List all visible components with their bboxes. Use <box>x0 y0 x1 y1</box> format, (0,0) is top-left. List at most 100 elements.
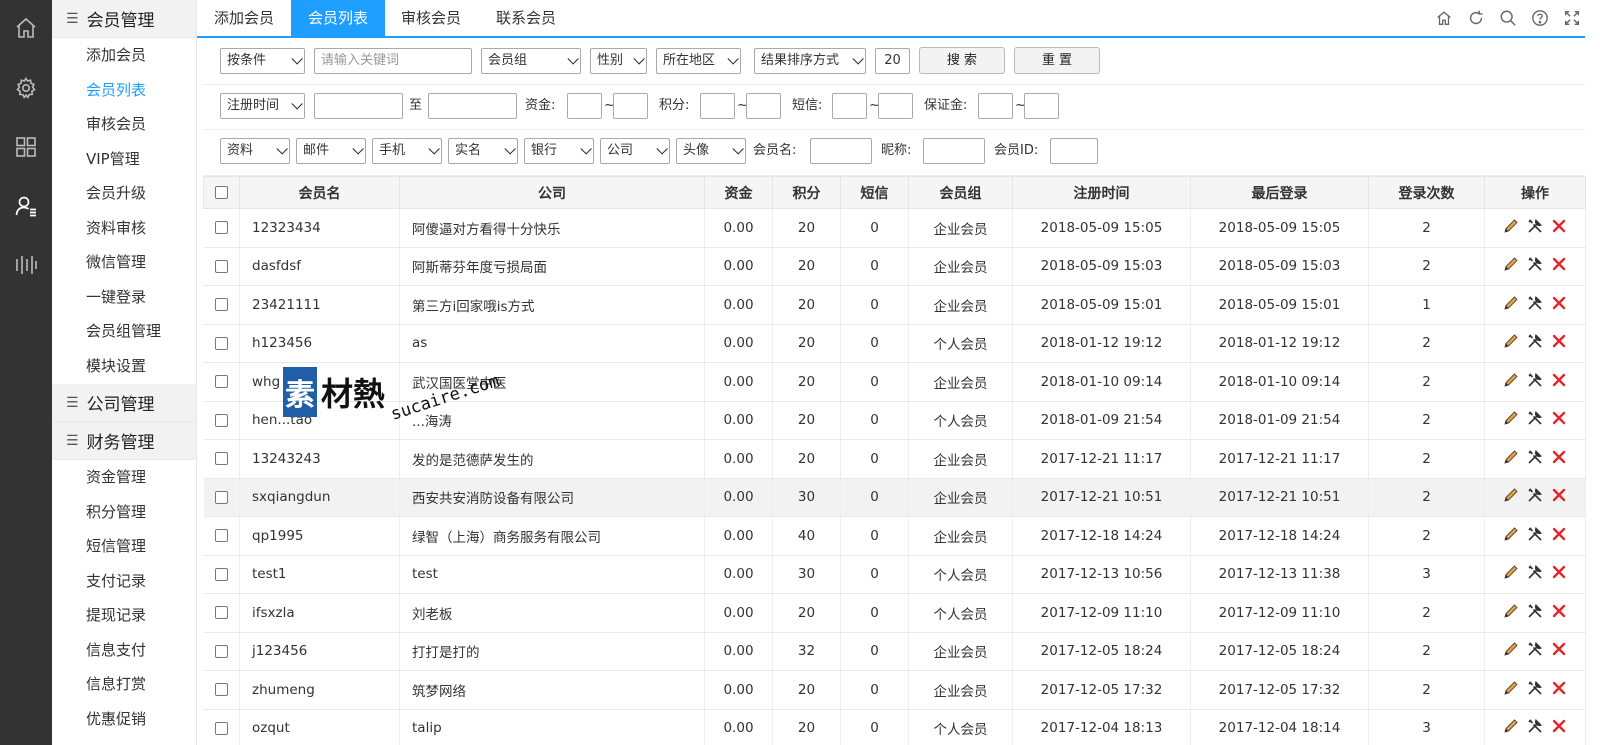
email-select[interactable]: 邮件 <box>296 138 366 164</box>
fullscreen-icon[interactable] <box>1563 9 1581 27</box>
table-row[interactable]: zhumeng 筑梦网络 0.00 20 0 企业会员 2017-12-05 17:32 20… <box>203 670 1586 710</box>
tab-contact-member[interactable]: 联系会员 <box>477 0 575 36</box>
row-checkbox[interactable] <box>214 259 228 273</box>
edit-icon[interactable] <box>1502 217 1520 235</box>
keyword-input[interactable]: 请输入关键词 <box>314 48 472 74</box>
grid-icon[interactable] <box>14 135 38 159</box>
tab-member-list[interactable]: 会员列表 <box>291 0 385 36</box>
delete-icon[interactable] <box>1550 255 1568 273</box>
tools-icon[interactable] <box>1526 332 1544 350</box>
realname-select[interactable]: 实名 <box>448 138 518 164</box>
row-checkbox[interactable] <box>214 452 228 466</box>
menu-item-profile-review[interactable]: 资料审核 <box>52 211 196 246</box>
menu-item-points[interactable]: 积分管理 <box>52 495 196 530</box>
edit-icon[interactable] <box>1502 294 1520 312</box>
row-checkbox[interactable] <box>214 336 228 350</box>
delete-icon[interactable] <box>1550 525 1568 543</box>
table-row[interactable]: dasfdsf 阿斯蒂芬年度亏损局面 0.00 20 0 企业会员 2018-05-09 1… <box>203 247 1586 286</box>
delete-icon[interactable] <box>1550 640 1568 658</box>
tools-icon[interactable] <box>1526 409 1544 427</box>
gear-icon[interactable] <box>14 76 38 100</box>
tools-icon[interactable] <box>1526 255 1544 273</box>
edit-icon[interactable] <box>1502 563 1520 581</box>
menu-item-info-payment[interactable]: 信息支付 <box>52 633 196 668</box>
member-group-select[interactable]: 会员组 <box>481 48 581 74</box>
refresh-icon[interactable] <box>1467 9 1485 27</box>
sms-max-input[interactable] <box>878 93 913 119</box>
edit-icon[interactable] <box>1502 371 1520 389</box>
search-button[interactable]: 搜 索 <box>919 47 1005 74</box>
tools-icon[interactable] <box>1526 294 1544 312</box>
delete-icon[interactable] <box>1550 602 1568 620</box>
row-checkbox[interactable] <box>214 606 228 620</box>
table-row[interactable]: 13243243 发的是范德萨发生的 0.00 20 0 企业会员 2017-12-21 1… <box>203 439 1586 479</box>
tools-icon[interactable] <box>1526 448 1544 466</box>
edit-icon[interactable] <box>1502 717 1520 735</box>
table-row[interactable]: j123456 打打是打的 0.00 32 0 企业会员 2017-12-05 18:24 2… <box>203 632 1586 671</box>
menu-item-wechat[interactable]: 微信管理 <box>52 245 196 280</box>
table-row[interactable]: h123456 as 0.00 20 0 个人会员 2018-01-12 19:12 2018… <box>203 324 1586 363</box>
condition-select[interactable]: 按条件 <box>220 48 305 74</box>
menu-item-review-member[interactable]: 审核会员 <box>52 107 196 142</box>
table-row[interactable]: 23421111 第三方i回家哦is方式 0.00 20 0 企业会员 2018-05-09… <box>203 285 1586 325</box>
column-header[interactable]: 公司 <box>399 176 705 209</box>
edit-icon[interactable] <box>1502 448 1520 466</box>
tools-icon[interactable] <box>1526 371 1544 389</box>
table-row[interactable]: 12323434 阿傻逼对方看得十分快乐 0.00 20 0 企业会员 2018-05-09… <box>203 208 1586 248</box>
page-size-input[interactable]: 20 <box>875 48 910 74</box>
tools-icon[interactable] <box>1526 602 1544 620</box>
edit-icon[interactable] <box>1502 409 1520 427</box>
tab-add-member[interactable]: 添加会员 <box>197 0 291 36</box>
sms-min-input[interactable] <box>832 93 867 119</box>
deposit-min-input[interactable] <box>978 93 1013 119</box>
row-checkbox[interactable] <box>214 490 228 504</box>
bank-select[interactable]: 银行 <box>524 138 594 164</box>
tools-icon[interactable] <box>1526 640 1544 658</box>
delete-icon[interactable] <box>1550 563 1568 581</box>
column-header[interactable]: 会员组 <box>908 176 1013 209</box>
row-checkbox[interactable] <box>214 644 228 658</box>
gender-select[interactable]: 性别 <box>590 48 647 74</box>
edit-icon[interactable] <box>1502 640 1520 658</box>
delete-icon[interactable] <box>1550 409 1568 427</box>
edit-icon[interactable] <box>1502 486 1520 504</box>
edit-icon[interactable] <box>1502 679 1520 697</box>
row-checkbox[interactable] <box>214 298 228 312</box>
column-header[interactable]: 最后登录 <box>1190 176 1369 209</box>
edit-icon[interactable] <box>1502 255 1520 273</box>
menu-item-info-reward[interactable]: 信息打赏 <box>52 667 196 702</box>
menu-item-payment-records[interactable]: 支付记录 <box>52 564 196 599</box>
menu-item-vip[interactable]: VIP管理 <box>52 142 196 177</box>
menu-group-member[interactable]: ☰ 会员管理 <box>52 0 196 38</box>
tools-icon[interactable] <box>1526 217 1544 235</box>
delete-icon[interactable] <box>1550 332 1568 350</box>
tools-icon[interactable] <box>1526 486 1544 504</box>
column-header[interactable]: 登录次数 <box>1368 176 1485 209</box>
tools-icon[interactable] <box>1526 525 1544 543</box>
home-icon[interactable] <box>14 16 38 40</box>
menu-group-finance[interactable]: ☰ 财务管理 <box>52 422 196 460</box>
menu-item-add-member[interactable]: 添加会员 <box>52 38 196 73</box>
edit-icon[interactable] <box>1502 332 1520 350</box>
funds-max-input[interactable] <box>613 93 648 119</box>
delete-icon[interactable] <box>1550 679 1568 697</box>
table-row[interactable]: ozqut talip 0.00 20 0 个人会员 2017-12-04 18:13 201… <box>203 709 1586 745</box>
row-checkbox[interactable] <box>214 413 228 427</box>
column-header[interactable]: 短信 <box>840 176 909 209</box>
menu-item-funds[interactable]: 资金管理 <box>52 460 196 495</box>
avatar-select[interactable]: 头像 <box>676 138 746 164</box>
funds-min-input[interactable] <box>567 93 602 119</box>
menu-item-promotion[interactable]: 优惠促销 <box>52 702 196 737</box>
menu-item-upgrade[interactable]: 会员升级 <box>52 176 196 211</box>
deposit-max-input[interactable] <box>1024 93 1059 119</box>
menu-item-member-list[interactable]: 会员列表 <box>52 73 196 108</box>
menu-item-member-group[interactable]: 会员组管理 <box>52 314 196 349</box>
nickname-input[interactable] <box>923 138 985 164</box>
bars-icon[interactable] <box>14 253 38 277</box>
member-id-input[interactable] <box>1050 138 1098 164</box>
delete-icon[interactable] <box>1550 217 1568 235</box>
menu-item-withdraw-records[interactable]: 提现记录 <box>52 598 196 633</box>
delete-icon[interactable] <box>1550 294 1568 312</box>
tab-review-member[interactable]: 审核会员 <box>385 0 477 36</box>
help-icon[interactable] <box>1531 9 1549 27</box>
